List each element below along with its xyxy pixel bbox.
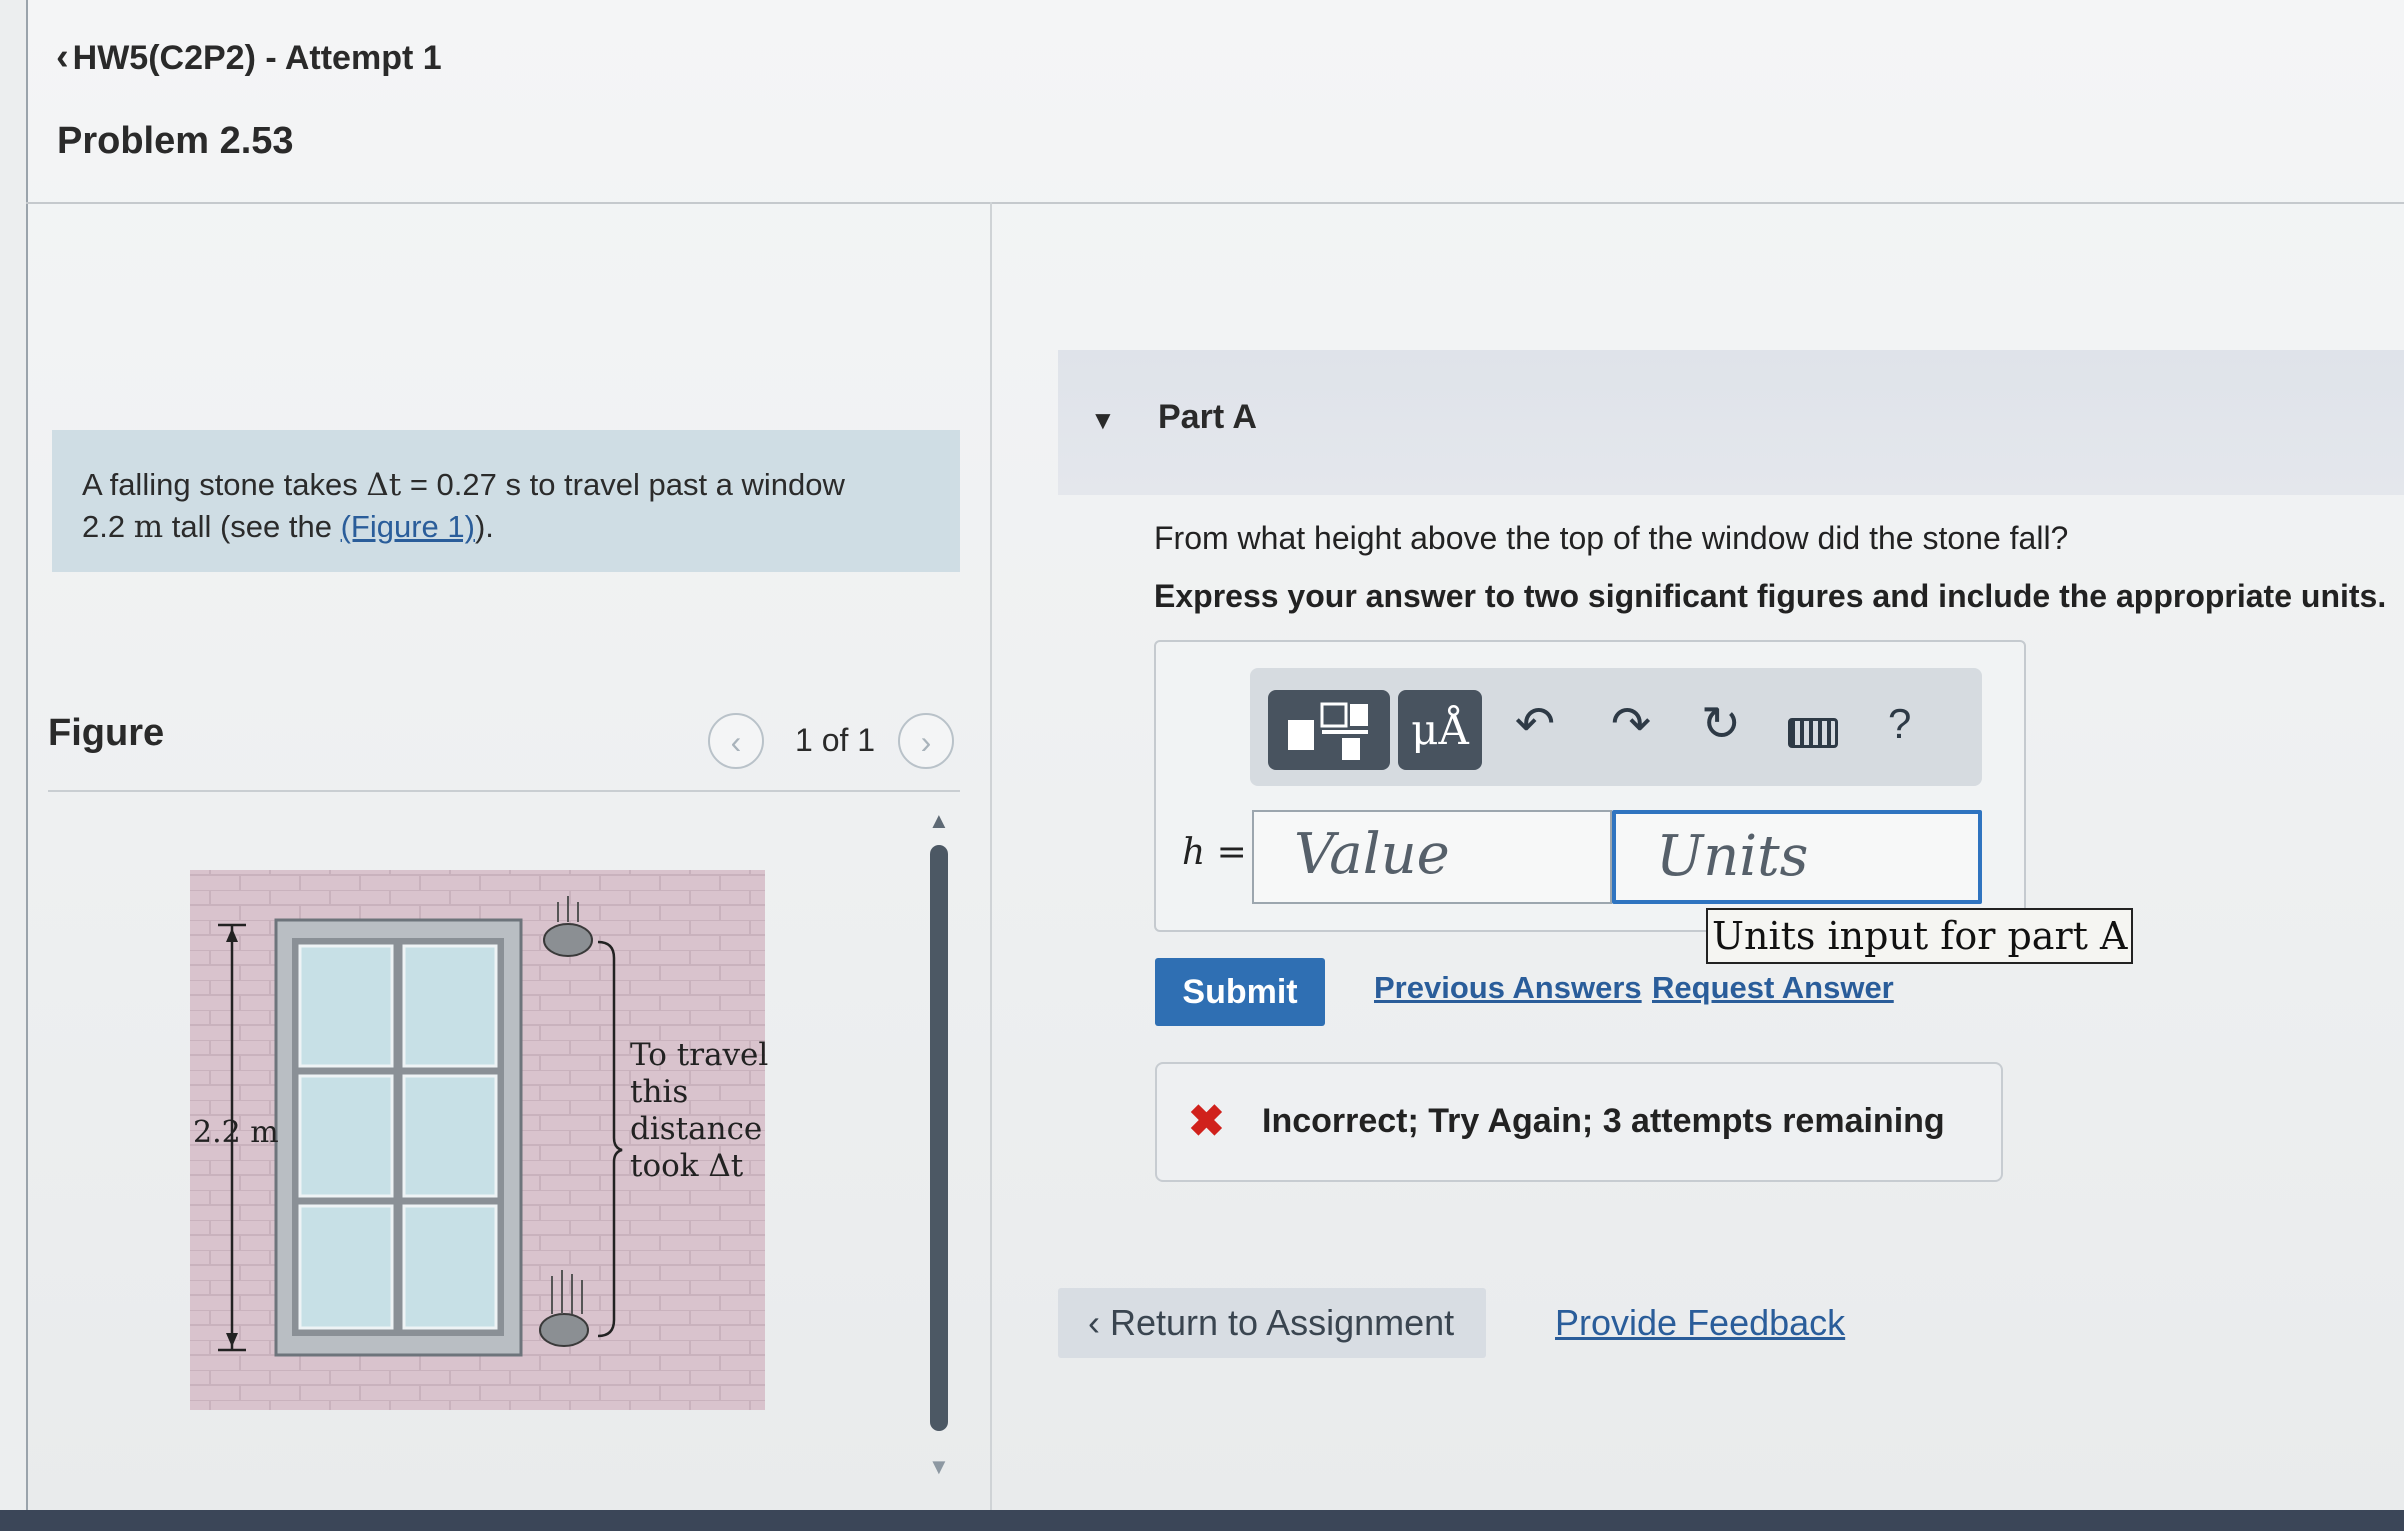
previous-answers-link[interactable]: Previous Answers: [1374, 970, 1642, 1006]
svg-text:took Δt: took Δt: [630, 1148, 744, 1184]
stone-top: [543, 923, 593, 957]
falling-stone-window-diagram: 2.2 m To travel this distance took Δt: [190, 870, 768, 1410]
variable-label: h =: [1182, 832, 1247, 873]
chevron-left-icon: ‹: [1088, 1302, 1110, 1343]
return-label: Return to Assignment: [1110, 1302, 1455, 1343]
reset-icon[interactable]: ↻: [1686, 696, 1756, 752]
header-divider: [26, 202, 2404, 204]
problem-statement: A falling stone takes Δt = 0.27 s to tra…: [52, 430, 960, 572]
problem-title: Problem 2.53: [57, 120, 294, 162]
return-to-assignment-button[interactable]: ‹ Return to Assignment: [1058, 1288, 1486, 1358]
units-symbols-button[interactable]: μÅ: [1398, 690, 1482, 770]
problem-text: = 0.27 s to travel past a window: [401, 467, 845, 502]
units-input[interactable]: Units: [1612, 810, 1982, 904]
instruction-text: Express your answer to two significant f…: [1154, 578, 2387, 614]
figure-heading: Figure: [48, 712, 165, 754]
unit-meter: m: [133, 509, 164, 545]
delta-t-symbol: Δt: [366, 467, 402, 503]
feedback-message: Incorrect; Try Again; 3 attempts remaini…: [1262, 1102, 1945, 1140]
scroll-up-arrow-icon[interactable]: ▲: [928, 808, 950, 834]
problem-text: 2.2: [82, 509, 134, 544]
svg-text:distance: distance: [630, 1111, 762, 1147]
units-tooltip: Units input for part A: [1706, 908, 2134, 964]
previous-figure-button[interactable]: ‹: [708, 713, 764, 769]
svg-text:To travel: To travel: [630, 1037, 768, 1073]
back-to-assignment-link[interactable]: ‹ HW5(C2P2) - Attempt 1: [56, 36, 442, 79]
value-input[interactable]: Value: [1252, 810, 1612, 904]
problem-text: tall (see the: [163, 509, 341, 544]
keyboard-icon[interactable]: [1788, 718, 1838, 748]
undo-icon[interactable]: ↶: [1500, 696, 1570, 752]
bottom-bar: [0, 1510, 2404, 1531]
assignment-title: HW5(C2P2) - Attempt 1: [72, 39, 442, 77]
collapse-arrow-icon[interactable]: ▼: [1090, 405, 1116, 436]
templates-button[interactable]: [1268, 690, 1390, 770]
window-height-label: 2.2 m: [193, 1115, 279, 1150]
problem-text: A falling stone takes: [82, 467, 367, 502]
submit-button[interactable]: Submit: [1155, 958, 1325, 1026]
incorrect-x-icon: ✖: [1188, 1097, 1225, 1146]
svg-text:this: this: [630, 1074, 688, 1110]
request-answer-link[interactable]: Request Answer: [1652, 970, 1894, 1006]
column-divider: [990, 202, 992, 1510]
part-a-header[interactable]: [1058, 350, 2404, 495]
problem-text: ).: [474, 509, 494, 544]
figure-image: 2.2 m To travel this distance took Δt: [180, 860, 780, 1420]
provide-feedback-link[interactable]: Provide Feedback: [1555, 1302, 1845, 1344]
figure-divider: [48, 790, 960, 792]
part-a-title: Part A: [1158, 398, 1257, 436]
question-text: From what height above the top of the wi…: [1154, 520, 2069, 556]
chevron-left-icon: ‹: [56, 36, 69, 78]
fraction-template-icon: [1288, 702, 1368, 760]
figure-link[interactable]: (Figure 1): [341, 509, 475, 544]
figure-scrollbar[interactable]: [930, 845, 948, 1431]
figure-counter: 1 of 1: [795, 722, 876, 758]
scroll-down-arrow-icon[interactable]: ▼: [928, 1454, 950, 1480]
redo-icon[interactable]: ↷: [1596, 696, 1666, 752]
stone-bottom: [539, 1313, 589, 1347]
help-icon[interactable]: ?: [1888, 700, 1911, 748]
next-figure-button[interactable]: ›: [898, 713, 954, 769]
